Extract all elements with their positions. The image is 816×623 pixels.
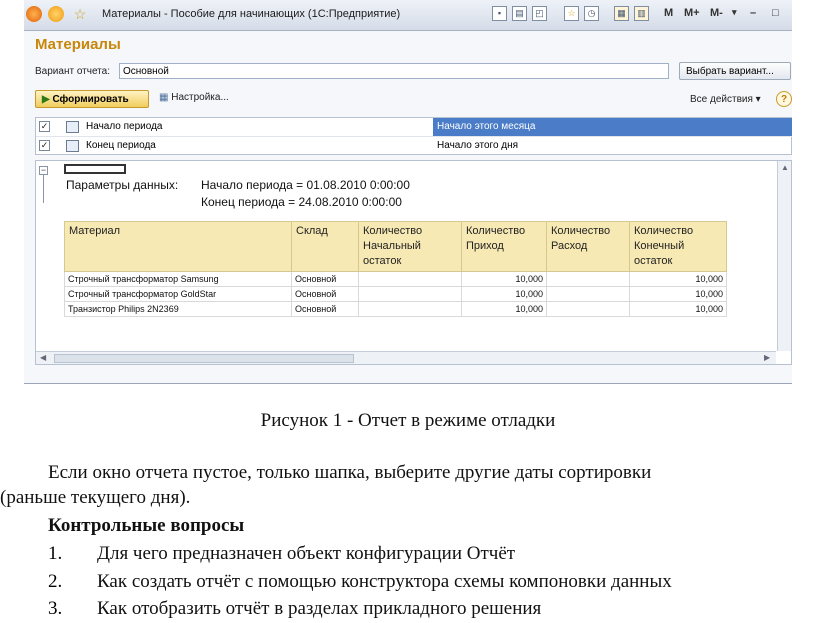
memory-minus-button[interactable]: M- <box>710 7 723 19</box>
param-name: Начало периода <box>86 121 163 132</box>
scroll-thumb[interactable] <box>54 354 354 363</box>
column-header: Количество Конечный остаток <box>629 221 727 272</box>
cell[interactable]: 10,000 <box>461 271 547 287</box>
scroll-up-icon[interactable]: ▲ <box>781 163 789 172</box>
horizontal-scrollbar[interactable]: ◀ ▶ <box>36 351 776 364</box>
cell-cursor <box>64 164 126 174</box>
cell[interactable]: Строчный трансформатор Samsung <box>64 271 292 287</box>
param-value[interactable]: Начало этого дня <box>433 137 792 155</box>
scroll-left-icon[interactable]: ◀ <box>40 353 46 362</box>
report-table: Материал Склад Количество Начальный оста… <box>64 221 727 317</box>
column-header: Количество Приход <box>461 221 547 272</box>
cell[interactable]: Транзистор Philips 2N2369 <box>64 301 292 317</box>
variant-label: Вариант отчета: <box>35 66 110 77</box>
star-icon[interactable]: ☆ <box>72 6 88 22</box>
group-line <box>43 175 44 203</box>
memory-button[interactable]: M <box>664 7 673 19</box>
cell[interactable]: 10,000 <box>461 301 547 317</box>
column-header: Материал <box>64 221 292 272</box>
cell[interactable]: 10,000 <box>629 271 727 287</box>
cell[interactable]: Основной <box>291 286 359 302</box>
minimize-button[interactable]: – <box>750 7 756 19</box>
collapse-group-icon[interactable]: − <box>39 166 48 175</box>
choose-variant-button[interactable]: Выбрать вариант... <box>679 62 791 80</box>
settings-button[interactable]: ▦ Настройка... <box>159 92 229 103</box>
column-header: Склад <box>291 221 359 272</box>
generate-label: Сформировать <box>52 94 129 105</box>
calculator-icon[interactable]: ▦ <box>614 6 629 21</box>
scroll-right-icon[interactable]: ▶ <box>764 353 770 362</box>
report-output[interactable]: − Параметры данных: Начало периода = 01.… <box>35 160 792 365</box>
variant-field[interactable]: Основной <box>119 63 669 79</box>
memory-plus-button[interactable]: M+ <box>684 7 700 19</box>
cell[interactable] <box>358 301 462 317</box>
print-icon[interactable]: ▤ <box>512 6 527 21</box>
history-icon[interactable]: ◷ <box>584 6 599 21</box>
cell[interactable] <box>358 286 462 302</box>
cell[interactable]: 10,000 <box>629 301 727 317</box>
question-text: Для чего предназначен объект конфигураци… <box>97 543 516 564</box>
param-name: Конец периода <box>86 140 156 151</box>
cell[interactable]: Основной <box>291 301 359 317</box>
param-row[interactable]: ✓ Конец периода Начало этого дня <box>36 136 792 155</box>
column-header: Количество Расход <box>546 221 630 272</box>
cell[interactable] <box>546 286 630 302</box>
param-checkbox[interactable]: ✓ <box>39 121 50 132</box>
cell[interactable] <box>358 271 462 287</box>
cell[interactable] <box>546 301 630 317</box>
param-value[interactable]: Начало этого месяца <box>433 118 792 136</box>
play-icon: ▶ <box>42 94 53 105</box>
question-number: 3. <box>48 598 63 619</box>
cell[interactable]: Строчный трансформатор GoldStar <box>64 286 292 302</box>
chevron-down-icon: ▾ <box>755 94 761 105</box>
more-arrow-icon[interactable]: ▾ <box>732 7 737 18</box>
cell[interactable]: 10,000 <box>629 286 727 302</box>
table-row[interactable]: Строчный трансформатор GoldStar Основной… <box>64 286 727 302</box>
cell[interactable] <box>546 271 630 287</box>
question-number: 1. <box>48 543 63 564</box>
params-label: Параметры данных: <box>66 178 179 192</box>
settings-icon: ▦ <box>159 92 169 103</box>
question-text: Как создать отчёт с помощью конструктора… <box>97 571 672 592</box>
questions-title: Контрольные вопросы <box>48 515 245 536</box>
calendar-icon[interactable]: ▥ <box>634 6 649 21</box>
form-header: Материалы <box>35 36 121 53</box>
question-number: 2. <box>48 571 63 592</box>
parameters-table: ✓ Начало периода Начало этого месяца ✓ К… <box>35 117 792 155</box>
app-menu-icon[interactable] <box>26 6 42 22</box>
report-window: ☆ Материалы - Пособие для начинающих (1С… <box>24 0 792 384</box>
window-title: Материалы - Пособие для начинающих (1С:П… <box>102 8 401 20</box>
all-actions-menu[interactable]: Все действия ▾ <box>690 94 761 105</box>
paragraph-line-2: (раньше текущего дня). <box>0 487 191 508</box>
save-icon[interactable]: ▪ <box>492 6 507 21</box>
preview-icon[interactable]: ◰ <box>532 6 547 21</box>
table-row[interactable]: Транзистор Philips 2N2369 Основной 10,00… <box>64 301 727 317</box>
vertical-scrollbar[interactable]: ▲ <box>777 161 791 351</box>
help-button[interactable]: ? <box>776 91 792 107</box>
cell[interactable]: Основной <box>291 271 359 287</box>
param-row[interactable]: ✓ Начало периода Начало этого месяца <box>36 118 792 136</box>
param-line-start: Начало периода = 01.08.2010 0:00:00 <box>201 178 410 192</box>
all-actions-label: Все действия <box>690 94 753 105</box>
calendar-param-icon <box>66 121 79 133</box>
param-line-end: Конец периода = 24.08.2010 0:00:00 <box>201 195 402 209</box>
question-text: Как отобразить отчёт в разделах прикладн… <box>97 598 542 619</box>
table-row[interactable]: Строчный трансформатор Samsung Основной … <box>64 271 727 287</box>
dropdown-circle-icon[interactable] <box>48 6 64 22</box>
settings-label: Настройка... <box>171 92 229 103</box>
paragraph-line-1: Если окно отчета пустое, только шапка, в… <box>48 462 652 483</box>
calendar-param-icon <box>66 140 79 152</box>
column-header: Количество Начальный остаток <box>358 221 462 272</box>
figure-caption: Рисунок 1 - Отчет в режиме отладки <box>260 410 556 431</box>
table-header-row: Материал Склад Количество Начальный оста… <box>64 221 727 272</box>
favorite-icon[interactable]: ☆ <box>564 6 579 21</box>
cell[interactable]: 10,000 <box>461 286 547 302</box>
title-bar: ☆ Материалы - Пособие для начинающих (1С… <box>24 0 792 31</box>
param-checkbox[interactable]: ✓ <box>39 140 50 151</box>
generate-button[interactable]: ▶ Сформировать <box>35 90 149 108</box>
maximize-button[interactable]: □ <box>772 7 779 19</box>
